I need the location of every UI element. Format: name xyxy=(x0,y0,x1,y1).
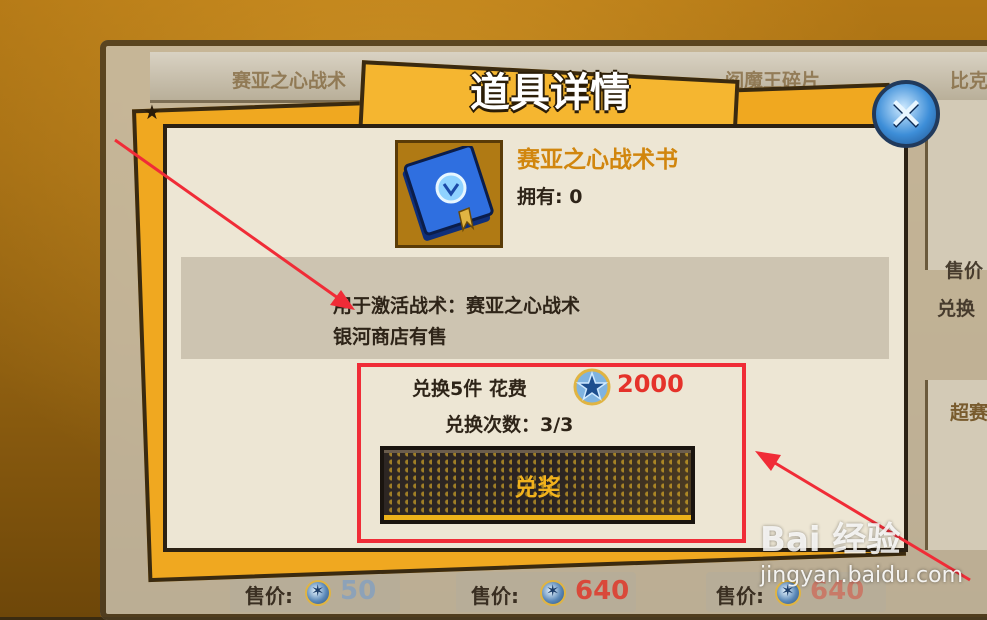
arrow-line-left xyxy=(114,138,346,305)
arrow-head-left xyxy=(330,290,355,310)
baidu-watermark-url: jingyan.baidu.com xyxy=(760,563,964,588)
arrow-head-right xyxy=(755,451,781,471)
baidu-watermark: Bai 经验 xyxy=(760,520,901,560)
